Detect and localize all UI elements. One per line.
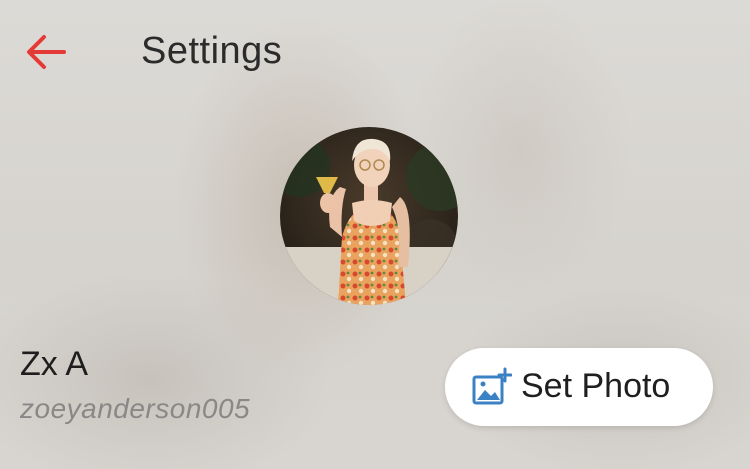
avatar[interactable] bbox=[280, 127, 458, 305]
add-photo-icon bbox=[472, 367, 512, 405]
username: zoeyanderson005 bbox=[20, 393, 251, 424]
page-title: Settings bbox=[141, 30, 283, 72]
display-name: Zx A bbox=[20, 345, 89, 383]
back-button[interactable] bbox=[24, 32, 68, 72]
set-photo-button[interactable]: Set Photo bbox=[445, 348, 713, 426]
profile-photo bbox=[280, 127, 458, 305]
arrow-left-icon bbox=[27, 35, 66, 69]
set-photo-label: Set Photo bbox=[521, 367, 671, 405]
header-bar: Settings bbox=[0, 0, 750, 100]
